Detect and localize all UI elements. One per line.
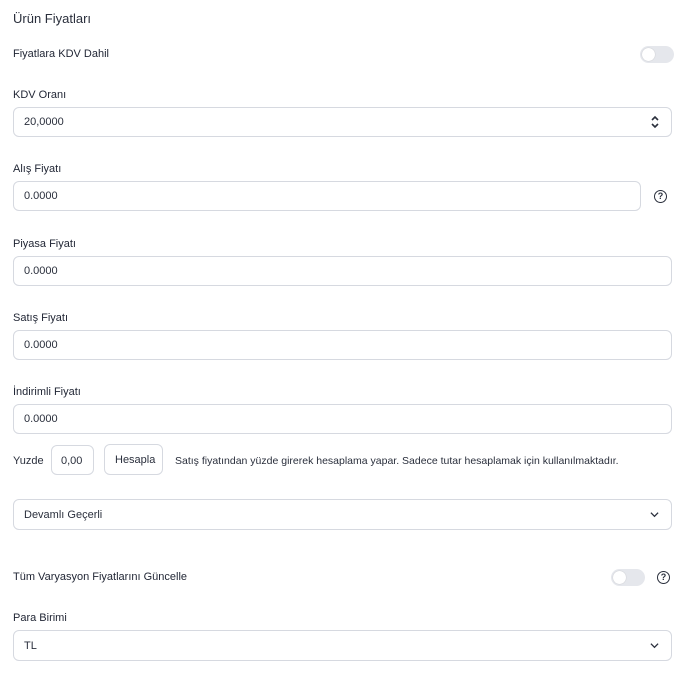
percent-input[interactable]: 0,00 (51, 445, 94, 475)
kdv-rate-label: KDV Oranı (13, 89, 67, 101)
help-icon[interactable]: ? (657, 571, 670, 584)
discount-price-input[interactable]: 0.0000 (13, 404, 672, 434)
kdv-included-toggle[interactable] (640, 46, 674, 63)
toggle-knob (642, 48, 655, 61)
percent-value: 0,00 (61, 455, 83, 467)
discount-price-label: İndirimli Fiyatı (13, 386, 81, 398)
validity-select[interactable]: Devamlı Geçerli (13, 499, 672, 530)
market-price-label: Piyasa Fiyatı (13, 238, 76, 250)
help-icon[interactable]: ? (654, 190, 667, 203)
validity-selected: Devamlı Geçerli (24, 509, 103, 521)
purchase-price-label: Alış Fiyatı (13, 163, 62, 175)
purchase-price-input[interactable]: 0.0000 (13, 181, 641, 211)
percent-help-text: Satış fiyatından yüzde girerek hesaplama… (175, 455, 619, 467)
sale-price-input[interactable]: 0.0000 (13, 330, 672, 360)
sale-price-label: Satış Fiyatı (13, 312, 69, 324)
kdv-included-label: Fiyatlara KDV Dahil (13, 48, 109, 60)
spinner-arrows-icon[interactable] (651, 115, 659, 129)
calculate-button-label: Hesapla (115, 454, 156, 466)
update-variations-toggle[interactable] (611, 569, 645, 586)
kdv-rate-input[interactable]: 20,0000 (13, 107, 672, 137)
page-title: Ürün Fiyatları (13, 11, 92, 26)
currency-selected: TL (24, 640, 37, 652)
chevron-down-icon (650, 512, 659, 518)
calculate-button[interactable]: Hesapla (104, 444, 163, 475)
chevron-down-icon (650, 643, 659, 649)
discount-price-value: 0.0000 (24, 413, 58, 425)
kdv-rate-value: 20,0000 (24, 116, 64, 128)
percent-label: Yuzde (13, 455, 44, 467)
market-price-input[interactable]: 0.0000 (13, 256, 672, 286)
currency-select[interactable]: TL (13, 630, 672, 661)
purchase-price-value: 0.0000 (24, 190, 58, 202)
currency-label: Para Birimi (13, 612, 67, 624)
market-price-value: 0.0000 (24, 265, 58, 277)
update-variations-label: Tüm Varyasyon Fiyatlarını Güncelle (13, 571, 188, 583)
toggle-knob (613, 571, 626, 584)
sale-price-value: 0.0000 (24, 339, 58, 351)
